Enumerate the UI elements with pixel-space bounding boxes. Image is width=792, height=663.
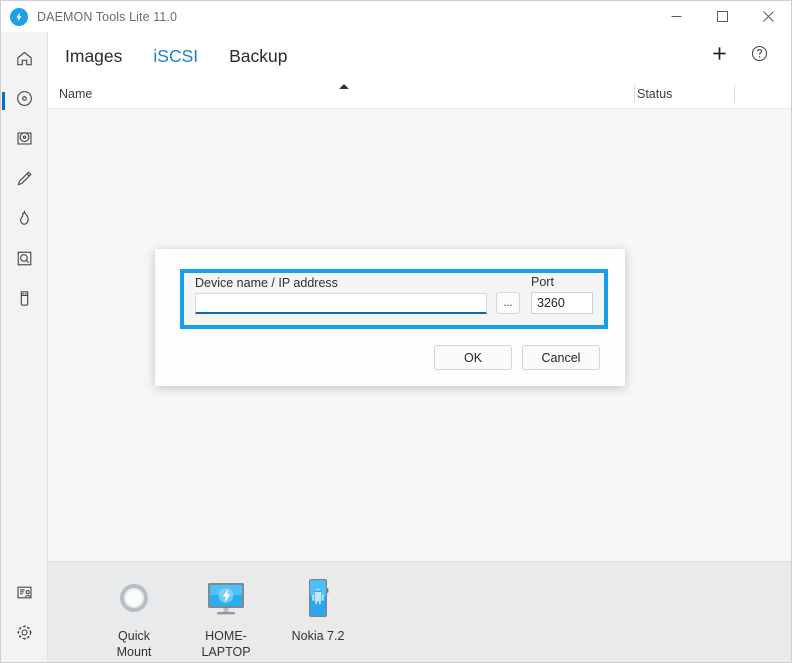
daemon-lightning-logo-icon [10,7,28,26]
sort-ascending-arrow-icon [339,84,349,89]
question-circle-icon [750,44,769,68]
tab-images[interactable]: Images [65,46,122,67]
sidebar-item-settings[interactable] [1,615,48,655]
port-field-block: Port [531,275,593,314]
pencil-icon [15,169,34,193]
column-divider [634,85,635,103]
close-button[interactable] [745,1,791,32]
device-name-label: Device name / IP address [195,276,338,290]
sidebar-item-account[interactable] [1,575,48,615]
gear-icon [15,623,34,647]
port-input[interactable] [531,292,593,314]
home-icon [15,49,34,73]
device-field-focus-frame: Device name / IP address ... Port [180,269,608,329]
cancel-button[interactable]: Cancel [522,345,600,370]
window-title: DAEMON Tools Lite 11.0 [37,9,177,24]
dock-label: Nokia 7.2 [291,629,345,643]
dock-item-home-laptop[interactable]: HOME-LAPTOP [180,574,272,660]
dock-label: Quick Mount [116,629,152,659]
sidebar-item-home[interactable] [1,41,48,81]
tab-backup[interactable]: Backup [229,46,287,67]
device-dock: Quick Mount HOME-LAPTOP Nokia 7.2 [48,561,791,662]
maximize-button[interactable] [699,1,745,32]
disc-frame-icon [15,249,34,273]
add-button[interactable] [699,36,739,76]
sidebar [1,32,48,662]
column-divider [734,85,735,103]
column-header-name[interactable]: Name [59,87,92,101]
sidebar-item-burn[interactable] [1,201,48,241]
port-label: Port [531,275,554,289]
account-card-icon [15,583,34,607]
window-controls [653,1,791,32]
add-iscsi-target-dialog: Device name / IP address ... Port OK Can… [155,249,625,386]
device-name-input[interactable] [195,293,487,314]
device-field-block: Device name / IP address [195,276,487,314]
sidebar-item-image-catalog[interactable] [1,241,48,281]
disc-icon [15,89,34,113]
sidebar-item-virtual-drive[interactable] [1,121,48,161]
main-area: Images iSCSI Backup Name Status Quick Mo… [48,32,791,662]
dock-label: HOME-LAPTOP [201,629,251,659]
browse-button[interactable]: ... [496,292,520,314]
help-button[interactable] [739,36,779,76]
tab-iscsi[interactable]: iSCSI [153,46,198,67]
column-header-status[interactable]: Status [637,87,672,101]
dock-item-quick-mount[interactable]: Quick Mount [88,574,180,660]
tab-actions [699,32,779,80]
android-phone-icon [294,574,342,622]
minimize-button[interactable] [653,1,699,32]
device-field-row: Device name / IP address ... Port [188,275,600,321]
plus-icon [711,45,728,67]
ok-button[interactable]: OK [434,345,512,370]
sidebar-item-images[interactable] [1,81,48,121]
quick-mount-disc-icon [110,574,158,622]
dock-item-nokia-72[interactable]: Nokia 7.2 [272,574,364,644]
sidebar-item-usb-device[interactable] [1,281,48,321]
usb-drive-icon [15,289,34,313]
dialog-buttons: OK Cancel [434,345,600,370]
title-bar: DAEMON Tools Lite 11.0 [1,1,791,32]
flame-icon [15,209,34,233]
column-header-row: Name Status [48,80,791,108]
daemon-tools-window: DAEMON Tools Lite 11.0 Images iSCSI Back… [0,0,792,663]
sidebar-item-edit-image[interactable] [1,161,48,201]
tab-bar: Images iSCSI Backup [48,32,791,80]
monitor-daemon-icon [202,574,250,622]
disc-in-drive-icon [15,129,34,153]
